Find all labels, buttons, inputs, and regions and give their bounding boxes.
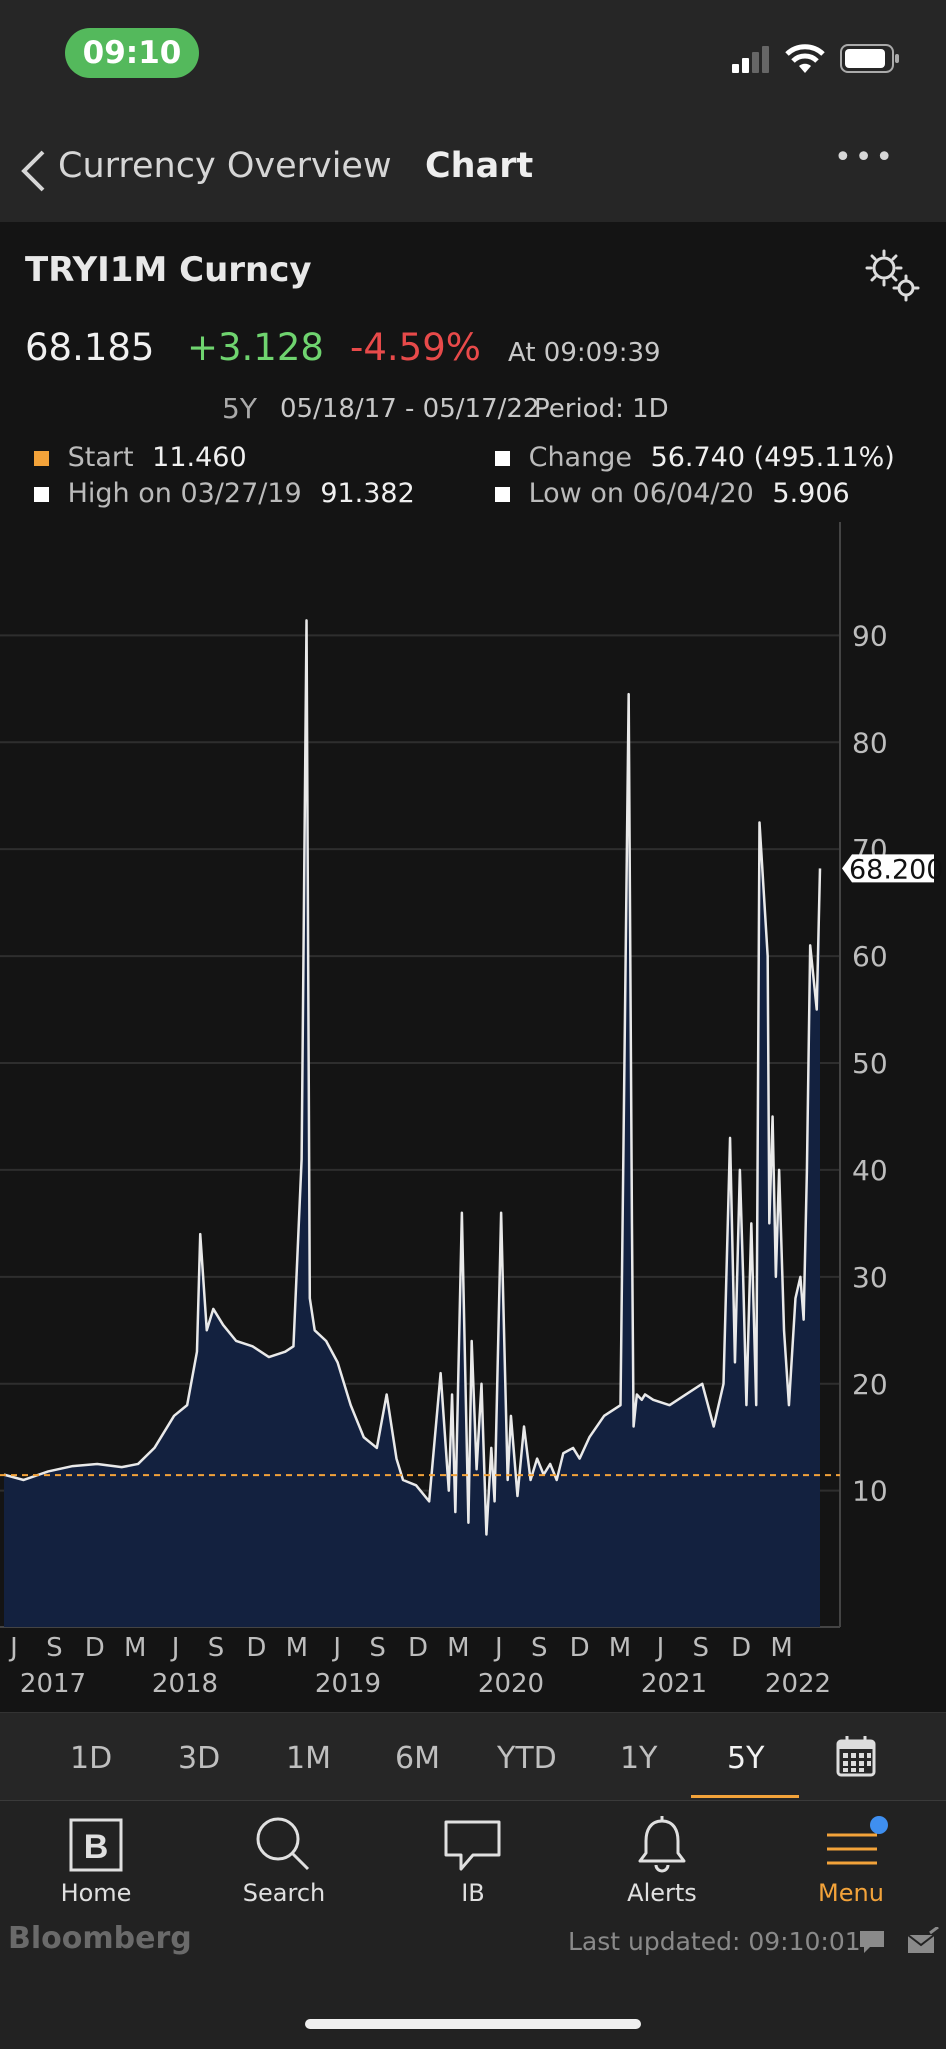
x-tick-month-2: D	[85, 1633, 105, 1663]
last-price: 68.185	[25, 326, 154, 369]
tab-search-label: Search	[214, 1879, 354, 1907]
chevron-left-icon	[18, 148, 48, 194]
back-button[interactable]	[18, 148, 48, 198]
battery-icon	[840, 44, 902, 74]
quote-header: TRYI1M Curncy 68.185 +3.128 -4.59% At 09…	[0, 222, 946, 522]
y-tick-label-80: 80	[852, 726, 888, 759]
tab-menu[interactable]: Menu	[781, 1801, 921, 1911]
x-tick-year-2022: 2022	[765, 1669, 831, 1699]
low-swatch	[495, 487, 510, 502]
x-tick-month-9: S	[369, 1633, 386, 1663]
date-range: 05/18/17 - 05/17/22	[280, 394, 539, 424]
x-tick-month-12: J	[493, 1633, 503, 1663]
range-1d[interactable]: 1D	[70, 1741, 112, 1776]
y-tick-label-40: 40	[852, 1154, 888, 1187]
range-selector: 1D 3D 1M 6M YTD 1Y 5Y	[0, 1712, 946, 1801]
y-tick-label-20: 20	[852, 1368, 888, 1401]
x-tick-month-0: J	[8, 1633, 18, 1663]
last-value-label: 68.200	[849, 854, 943, 885]
chat-bubble-icon	[443, 1819, 503, 1873]
x-tick-month-8: J	[331, 1633, 341, 1663]
nav-bar: Currency Overview Chart •••	[0, 110, 946, 222]
svg-text:B: B	[84, 1828, 109, 1866]
page-title: Chart	[425, 146, 533, 186]
status-time: 09:10	[65, 28, 199, 78]
x-tick-year-2017: 2017	[20, 1669, 86, 1699]
tab-bar: B Home Search IB Alerts Menu Bloombe	[0, 1800, 946, 2049]
settings-gears-icon[interactable]	[860, 246, 920, 302]
last-updated: Last updated: 09:10:01	[568, 1927, 861, 1956]
tab-home[interactable]: B Home	[26, 1801, 166, 1911]
x-tick-month-4: J	[170, 1633, 180, 1663]
x-tick-month-18: D	[731, 1633, 751, 1663]
status-bar: 09:10	[0, 0, 946, 110]
x-tick-year-2020: 2020	[478, 1669, 544, 1699]
range-1y[interactable]: 1Y	[620, 1741, 657, 1776]
net-change: +3.128	[187, 326, 324, 369]
y-tick-label-90: 90	[852, 619, 888, 652]
x-tick-year-2021: 2021	[641, 1669, 707, 1699]
y-tick-label-50: 50	[852, 1047, 888, 1080]
x-tick-month-1: S	[46, 1633, 63, 1663]
wifi-icon	[784, 42, 826, 76]
tab-alerts-label: Alerts	[592, 1879, 732, 1907]
x-tick-month-15: M	[609, 1633, 631, 1663]
back-label[interactable]: Currency Overview	[58, 146, 392, 186]
search-icon	[254, 1815, 312, 1873]
menu-icon	[823, 1815, 889, 1871]
mail-icon[interactable]	[906, 1927, 940, 1957]
quote-time: At 09:09:39	[508, 338, 661, 368]
x-tick-month-19: M	[770, 1633, 792, 1663]
tab-ib[interactable]: IB	[403, 1801, 543, 1911]
tab-home-label: Home	[26, 1879, 166, 1907]
tab-ib-label: IB	[403, 1879, 543, 1907]
y-tick-label-30: 30	[852, 1261, 888, 1294]
x-tick-month-7: M	[286, 1633, 308, 1663]
x-tick-month-13: S	[531, 1633, 548, 1663]
percent-change: -4.59%	[350, 326, 481, 369]
x-tick-year-2019: 2019	[315, 1669, 381, 1699]
stat-low: Low on 06/04/20 5.906	[495, 478, 850, 509]
calendar-icon[interactable]	[836, 1735, 876, 1777]
x-tick-month-5: S	[208, 1633, 225, 1663]
high-swatch	[34, 487, 49, 502]
change-swatch	[495, 451, 510, 466]
range-ytd[interactable]: YTD	[497, 1741, 557, 1776]
instrument-name: TRYI1M Curncy	[25, 250, 312, 290]
price-chart[interactable]: 10203040506070809068.200JSDMJSDMJSDMJSDM…	[0, 522, 946, 1712]
active-range-underline	[691, 1795, 799, 1798]
bloomberg-b-icon: B	[68, 1817, 124, 1873]
x-tick-month-16: J	[655, 1633, 665, 1663]
range-6m[interactable]: 6M	[395, 1741, 440, 1776]
x-tick-month-11: M	[447, 1633, 469, 1663]
home-indicator	[305, 2019, 641, 2029]
x-tick-month-6: D	[246, 1633, 266, 1663]
x-tick-month-3: M	[124, 1633, 146, 1663]
range-5y[interactable]: 5Y	[727, 1741, 764, 1776]
interval: Period: 1D	[534, 394, 669, 424]
tab-menu-label: Menu	[781, 1879, 921, 1907]
tab-search[interactable]: Search	[214, 1801, 354, 1911]
x-tick-month-14: D	[570, 1633, 590, 1663]
bell-icon	[634, 1815, 690, 1873]
message-icon[interactable]	[858, 1929, 886, 1955]
more-button[interactable]: •••	[834, 140, 896, 175]
range-3d[interactable]: 3D	[178, 1741, 220, 1776]
x-tick-year-2018: 2018	[152, 1669, 218, 1699]
stat-start: Start 11.460	[34, 442, 247, 473]
x-tick-month-10: D	[408, 1633, 428, 1663]
y-tick-label-10: 10	[852, 1475, 888, 1508]
y-tick-label-60: 60	[852, 940, 888, 973]
range-1m[interactable]: 1M	[286, 1741, 331, 1776]
x-tick-month-17: S	[693, 1633, 710, 1663]
bloomberg-logo: Bloomberg	[8, 1921, 192, 1956]
stat-change: Change 56.740 (495.11%)	[495, 442, 895, 473]
stat-high: High on 03/27/19 91.382	[34, 478, 415, 509]
period-label: 5Y	[222, 392, 257, 425]
start-swatch	[34, 451, 49, 466]
tab-alerts[interactable]: Alerts	[592, 1801, 732, 1911]
signal-icon	[730, 44, 772, 74]
